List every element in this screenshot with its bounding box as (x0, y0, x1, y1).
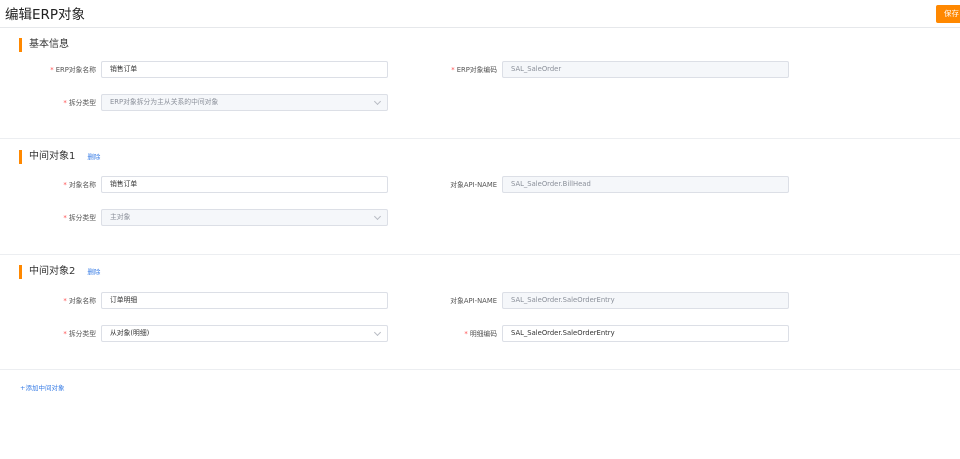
split-type-value: 主对象 (110, 213, 131, 221)
erp-code-input[interactable]: SAL_SaleOrder (502, 61, 789, 78)
erp-name-label: * ERP对象名称 (50, 66, 96, 74)
split-type-label: * 拆分类型 (63, 214, 96, 222)
section-middle-object-2: 中间对象2 删除 (19, 265, 100, 279)
section-accent-bar (19, 265, 22, 279)
object-name-label: * 对象名称 (63, 297, 96, 305)
delete-middle-object-2-link[interactable]: 删除 (87, 265, 100, 279)
middle2-detail-code-input[interactable]: SAL_SaleOrder.SaleOrderEntry (502, 325, 789, 342)
add-middle-object-link[interactable]: +添加中间对象 (20, 383, 64, 393)
section-title-middle-2: 中间对象2 (29, 266, 76, 277)
delete-middle-object-1-link[interactable]: 删除 (87, 150, 100, 164)
required-asterisk: * (451, 66, 455, 74)
split-type-label: * 拆分类型 (63, 99, 96, 107)
required-asterisk: * (464, 330, 468, 338)
split-type-value: 从对象(明细) (110, 329, 150, 337)
middle1-name-input[interactable]: 销售订单 (101, 176, 388, 193)
chevron-down-icon (373, 212, 382, 221)
section-divider (0, 138, 960, 139)
required-asterisk: * (63, 99, 67, 107)
erp-code-label: * ERP对象编码 (451, 66, 497, 74)
section-basic-info: 基本信息 (19, 38, 69, 52)
section-accent-bar (19, 150, 22, 164)
middle2-split-type-select[interactable]: 从对象(明细) (101, 325, 388, 342)
required-asterisk: * (50, 66, 54, 74)
split-type-value: ERP对象拆分为主从关系的中间对象 (110, 98, 219, 106)
section-middle-object-1: 中间对象1 删除 (19, 150, 100, 164)
page-title: 编辑ERP对象 (5, 7, 86, 23)
erp-name-input[interactable]: 销售订单 (101, 61, 388, 78)
middle2-api-name-input[interactable]: SAL_SaleOrder.SaleOrderEntry (502, 292, 789, 309)
required-asterisk: * (63, 330, 67, 338)
middle1-split-type-select[interactable]: 主对象 (101, 209, 388, 226)
object-api-name-label: 对象API-NAME (450, 297, 497, 305)
section-divider (0, 369, 960, 370)
section-divider (0, 254, 960, 255)
required-asterisk: * (63, 181, 67, 189)
save-button[interactable]: 保存 (936, 5, 960, 23)
chevron-down-icon (373, 328, 382, 337)
required-asterisk: * (63, 297, 67, 305)
split-type-select[interactable]: ERP对象拆分为主从关系的中间对象 (101, 94, 388, 111)
object-name-label: * 对象名称 (63, 181, 96, 189)
section-accent-bar (19, 38, 22, 52)
middle2-name-input[interactable]: 订单明细 (101, 292, 388, 309)
chevron-down-icon (373, 97, 382, 106)
required-asterisk: * (63, 214, 67, 222)
middle1-api-name-input[interactable]: SAL_SaleOrder.BillHead (502, 176, 789, 193)
edit-erp-object-page: 编辑ERP对象 保存 基本信息 * ERP对象名称 销售订单 * ERP对象编码 S… (0, 0, 960, 459)
section-title-basic: 基本信息 (29, 39, 69, 50)
section-title-middle-1: 中间对象1 (29, 151, 76, 162)
split-type-label: * 拆分类型 (63, 330, 96, 338)
object-api-name-label: 对象API-NAME (450, 181, 497, 189)
page-header: 编辑ERP对象 保存 (0, 0, 960, 28)
detail-code-label: * 明细编码 (464, 330, 497, 338)
